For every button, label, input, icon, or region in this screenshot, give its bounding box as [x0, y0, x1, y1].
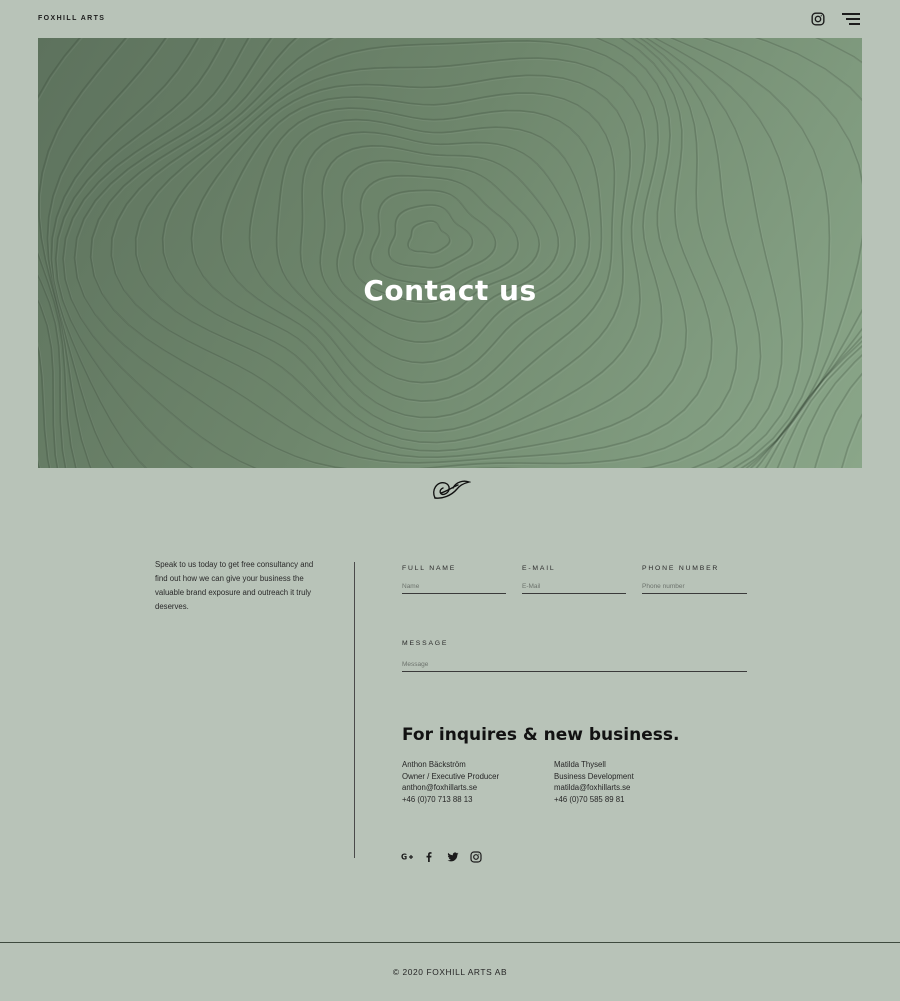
contact-phone[interactable]: +46 (0)70 713 88 13 [402, 794, 499, 806]
facebook-icon[interactable] [423, 850, 435, 862]
twitter-icon[interactable] [447, 850, 459, 862]
email-label: E-MAIL [522, 565, 556, 572]
hero-banner: Contact us [38, 38, 862, 468]
leaf-logo-icon [429, 476, 472, 504]
message-field: MESSAGE [402, 640, 747, 672]
brand-logo-text[interactable]: FOXHILL ARTS [38, 15, 105, 22]
phone-label: PHONE NUMBER [642, 565, 720, 572]
full-name-field: FULL NAME [402, 565, 506, 594]
footer-copyright: © 2020 FOXHILL ARTS AB [392, 967, 508, 977]
instagram-icon[interactable] [811, 12, 825, 26]
contact-role: Owner / Executive Producer [402, 771, 500, 781]
message-label: MESSAGE [402, 640, 449, 647]
page-title: Contact us [363, 274, 537, 307]
hamburger-menu-icon[interactable] [842, 13, 860, 25]
message-input[interactable] [402, 661, 747, 672]
email-input[interactable] [522, 583, 626, 594]
phone-field: PHONE NUMBER [642, 565, 747, 594]
contact-phone[interactable]: +46 (0)70 585 89 81 [554, 794, 634, 806]
svg-text:G: G [401, 853, 407, 862]
contact-name: Anthon Bäckström [402, 760, 466, 769]
vertical-divider [354, 562, 355, 858]
contact-role: Business Development [554, 771, 634, 781]
contact-card: Anthon Bäckström Owner / Executive Produ… [402, 759, 499, 806]
contact-email[interactable]: matilda@foxhillarts.se [554, 782, 634, 794]
google-plus-icon[interactable]: G [401, 850, 413, 862]
full-name-input[interactable] [402, 583, 506, 594]
phone-input[interactable] [642, 583, 747, 594]
contact-card: Matilda Thysell Business Development mat… [554, 759, 634, 806]
hero-background-contours [38, 38, 862, 468]
footer-divider [0, 942, 900, 943]
contact-name: Matilda Thysell [554, 760, 606, 769]
intro-text: Speak to us today to get free consultanc… [155, 560, 314, 611]
email-field: E-MAIL [522, 565, 626, 594]
contact-email[interactable]: anthon@foxhillarts.se [402, 782, 499, 794]
full-name-label: FULL NAME [402, 565, 457, 572]
instagram-icon[interactable] [470, 850, 482, 863]
inquiries-heading: For inquires & new business. [402, 725, 680, 745]
